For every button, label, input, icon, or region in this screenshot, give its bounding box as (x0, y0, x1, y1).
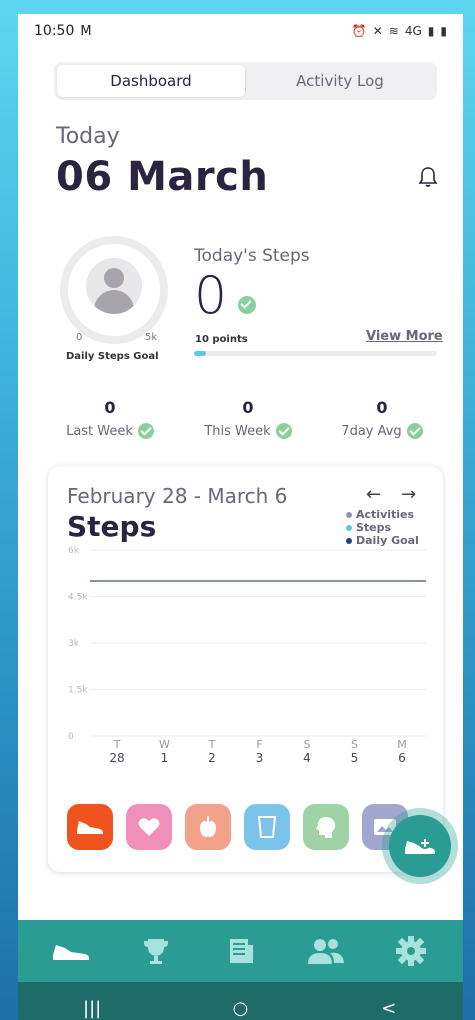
bottom-nav (18, 920, 463, 982)
battery-icon: ▮ (440, 24, 447, 38)
nav-news[interactable] (218, 928, 264, 974)
bell-icon[interactable] (418, 166, 438, 188)
tab-activity-log[interactable]: Activity Log (246, 65, 434, 97)
signal-icon: ▮ (427, 24, 435, 38)
status-bar: 10:50 M ⏰ ✕ ≋ 4G ▮ ▮ (18, 14, 463, 48)
nav-people[interactable] (303, 928, 349, 974)
add-activity-fab[interactable] (382, 808, 458, 884)
apple-activity-icon[interactable] (185, 804, 231, 850)
x-date-label: 1 (161, 751, 169, 765)
add-shoe-icon (405, 837, 435, 854)
steps-chart-card: February 28 - March 6 Steps ← → Activiti… (48, 466, 443, 872)
wifi-icon: ≋ (388, 24, 399, 38)
mute-icon: ✕ (372, 24, 383, 38)
x-date-label: 2 (208, 751, 216, 765)
x-date-label: 3 (256, 751, 264, 765)
network-label: 4G (404, 24, 422, 38)
shoe-activity-icon[interactable] (67, 804, 113, 850)
news-icon (229, 939, 253, 963)
stat-label: 7day Avg (341, 423, 402, 439)
todays-steps-title: Today's Steps (194, 246, 310, 266)
nav-steps[interactable] (48, 928, 94, 974)
y-tick-label: 1.5k (68, 686, 88, 696)
x-date-label: 5 (351, 751, 359, 765)
steps-goal-ring (60, 236, 168, 344)
stat-value: 0 (376, 398, 388, 417)
daily-goal-label: Daily Steps Goal (66, 351, 159, 362)
x-day-label: T (113, 738, 121, 751)
home-button[interactable]: ○ (220, 998, 260, 1019)
check-icon (137, 423, 154, 439)
x-date-label: 6 (398, 751, 406, 765)
page-title: 06 March (56, 154, 269, 200)
stat-this-week: 0 This Week (188, 398, 308, 439)
date-range: February 28 - March 6 (67, 484, 288, 508)
stat-label: This Week (204, 423, 271, 439)
today-label: Today (56, 124, 120, 149)
brain-activity-icon[interactable] (303, 804, 349, 850)
shoe-icon (52, 945, 89, 960)
x-day-label: M (397, 738, 407, 751)
x-day-label: S (351, 738, 358, 751)
stat-label: Last Week (66, 423, 133, 439)
trophy-icon (143, 939, 168, 964)
stat-value: 0 (242, 398, 254, 417)
cup-activity-icon[interactable] (244, 804, 290, 850)
x-day-label: W (159, 738, 170, 751)
x-day-label: T (208, 738, 216, 751)
goal-min-label: 0 (76, 332, 83, 343)
alarm-icon: ⏰ (351, 24, 367, 38)
legend-steps: Steps (346, 521, 419, 534)
nav-trophy[interactable] (133, 928, 179, 974)
legend-activities: Activities (346, 508, 419, 521)
gear-icon (395, 936, 426, 966)
tab-dashboard[interactable]: Dashboard (57, 65, 245, 97)
people-icon (307, 939, 344, 964)
steps-progress-fill (194, 351, 207, 356)
heart-activity-icon[interactable] (126, 804, 172, 850)
points-label: 10 points (195, 334, 248, 345)
chart-navigation: ← → (366, 484, 416, 505)
activity-icons (67, 804, 408, 850)
goal-max-label: 5k (145, 332, 158, 343)
x-day-label: F (256, 738, 262, 751)
arrow-right-icon[interactable]: → (401, 484, 416, 505)
status-time: 10:50 (34, 23, 75, 39)
avatar[interactable] (86, 258, 142, 314)
system-nav-bar: ||| ○ < (18, 982, 463, 1020)
y-tick-label: 6k (68, 546, 80, 556)
back-button[interactable]: < (369, 998, 409, 1019)
arrow-left-icon[interactable]: ← (366, 484, 381, 505)
steps-chart: 01.5k3k4.5k6kT28W1T2F3S4S5M6 (68, 546, 426, 765)
check-icon (275, 423, 292, 439)
x-date-label: 28 (109, 751, 124, 765)
status-icons: ⏰ ✕ ≋ 4G ▮ ▮ (352, 24, 447, 38)
stat-last-week: 0 Last Week (50, 398, 170, 439)
recent-apps-button[interactable]: ||| (72, 998, 112, 1019)
y-tick-label: 4.5k (68, 593, 88, 603)
check-icon (238, 296, 256, 314)
mail-icon: M (80, 23, 92, 39)
chart-title: Steps (67, 510, 157, 543)
x-date-label: 4 (303, 751, 311, 765)
y-tick-label: 0 (68, 732, 74, 742)
x-day-label: S (304, 738, 311, 751)
nav-settings[interactable] (388, 928, 434, 974)
stat-7day-avg: 0 7day Avg (322, 398, 442, 439)
steps-progress-bar (194, 351, 437, 356)
stat-value: 0 (104, 398, 116, 417)
app-screen: 10:50 M ⏰ ✕ ≋ 4G ▮ ▮ Dashboard Activity … (18, 14, 463, 1020)
view-tabs: Dashboard Activity Log (54, 62, 437, 100)
todays-steps-value: 0 (194, 266, 228, 326)
y-tick-label: 3k (68, 639, 80, 649)
view-more-link[interactable]: View More (366, 329, 443, 344)
check-icon (406, 423, 423, 439)
